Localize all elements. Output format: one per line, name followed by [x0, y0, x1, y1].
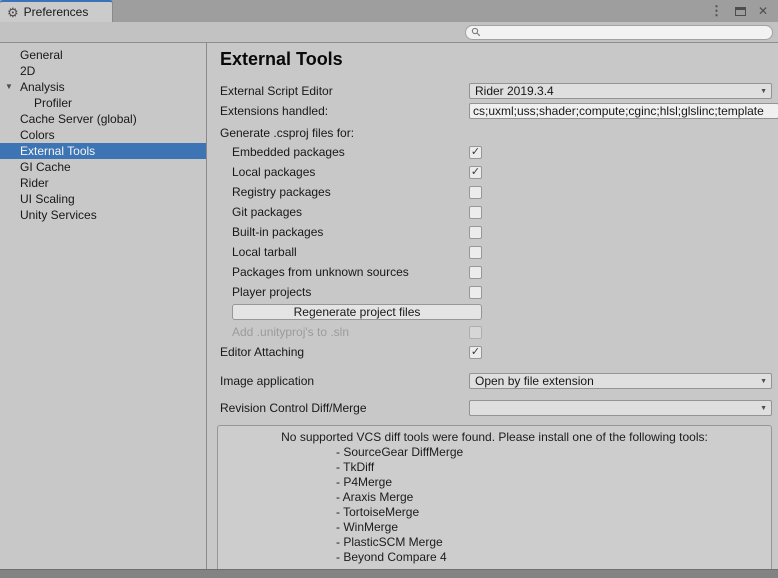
checkbox-label: Packages from unknown sources	[220, 265, 469, 279]
sidebar-item-general[interactable]: General	[0, 47, 206, 63]
main-panel: External Tools External Script Editor Ri…	[207, 43, 778, 569]
revision-control-label: Revision Control Diff/Merge	[220, 401, 469, 415]
vcs-tool-item: - TkDiff	[224, 460, 765, 475]
extensions-value: cs;uxml;uss;shader;compute;cginc;hlsl;gl…	[473, 104, 764, 118]
preferences-window: ⚙ Preferences ⋮ ✕ General 2D ▼ Analysis P…	[0, 0, 778, 578]
tab-preferences[interactable]: ⚙ Preferences	[0, 0, 113, 22]
sidebar: General 2D ▼ Analysis Profiler Cache Serv…	[0, 43, 207, 569]
sidebar-item-analysis[interactable]: ▼ Analysis	[0, 79, 206, 95]
add-unityproj-label: Add .unityproj's to .sln	[220, 325, 469, 339]
gear-icon: ⚙	[7, 6, 19, 19]
builtin-packages-checkbox[interactable]	[469, 226, 482, 239]
checkbox-label: Registry packages	[220, 185, 469, 199]
checkbox-label: Local packages	[220, 165, 469, 179]
row-player-projects: Player projects	[220, 282, 772, 302]
row-builtin-packages: Built-in packages	[220, 222, 772, 242]
vcs-notice-box: No supported VCS diff tools were found. …	[217, 425, 772, 569]
add-unityproj-checkbox	[469, 326, 482, 339]
vcs-notice-heading: No supported VCS diff tools were found. …	[224, 430, 765, 445]
regenerate-project-files-button[interactable]: Regenerate project files	[232, 304, 482, 320]
embedded-packages-checkbox[interactable]: ✓	[469, 146, 482, 159]
vcs-tool-item: - SourceGear DiffMerge	[224, 445, 765, 460]
sidebar-item-rider[interactable]: Rider	[0, 175, 206, 191]
row-local-packages: Local packages ✓	[220, 162, 772, 182]
window-buttons: ⋮ ✕	[710, 0, 778, 22]
row-editor-attaching: Editor Attaching ✓	[220, 342, 772, 362]
title-bar: ⚙ Preferences ⋮ ✕	[0, 0, 778, 22]
search-box[interactable]	[465, 25, 773, 40]
script-editor-value: Rider 2019.3.4	[475, 84, 554, 98]
row-unknown-sources: Packages from unknown sources	[220, 262, 772, 282]
script-editor-dropdown[interactable]: Rider 2019.3.4 ▼	[469, 83, 772, 99]
checkmark: ✓	[471, 167, 480, 178]
vcs-tool-item: - Beyond Compare 4	[224, 550, 765, 565]
toolbar	[0, 22, 778, 43]
row-add-unityproj: Add .unityproj's to .sln	[220, 322, 772, 342]
row-git-packages: Git packages	[220, 202, 772, 222]
close-icon[interactable]: ✕	[758, 4, 768, 18]
chevron-down-icon: ▼	[760, 378, 767, 385]
maximize-icon[interactable]	[735, 7, 746, 16]
vcs-tool-item: - PlasticSCM Merge	[224, 535, 765, 550]
checkbox-label: Built-in packages	[220, 225, 469, 239]
extensions-input[interactable]: cs;uxml;uss;shader;compute;cginc;hlsl;gl…	[469, 103, 778, 119]
sidebar-item-cache-server[interactable]: Cache Server (global)	[0, 111, 206, 127]
local-tarball-checkbox[interactable]	[469, 246, 482, 259]
foldout-arrow-icon[interactable]: ▼	[5, 79, 13, 95]
checkbox-label: Player projects	[220, 285, 469, 299]
image-application-label: Image application	[220, 374, 469, 388]
window-menu-icon[interactable]: ⋮	[710, 3, 723, 19]
sidebar-item-ui-scaling[interactable]: UI Scaling	[0, 191, 206, 207]
row-local-tarball: Local tarball	[220, 242, 772, 262]
checkbox-label: Git packages	[220, 205, 469, 219]
editor-attaching-checkbox[interactable]: ✓	[469, 346, 482, 359]
vcs-tool-item: - P4Merge	[224, 475, 765, 490]
sidebar-item-2d[interactable]: 2D	[0, 63, 206, 79]
image-application-dropdown[interactable]: Open by file extension ▼	[469, 373, 772, 389]
window-footer	[0, 569, 778, 578]
row-embedded-packages: Embedded packages ✓	[220, 142, 772, 162]
sidebar-item-gi-cache[interactable]: GI Cache	[0, 159, 206, 175]
editor-attaching-label: Editor Attaching	[220, 345, 469, 359]
generate-csproj-label: Generate .csproj files for:	[220, 124, 772, 142]
tab-title: Preferences	[24, 5, 89, 19]
sidebar-item-colors[interactable]: Colors	[0, 127, 206, 143]
vcs-tool-item: - Araxis Merge	[224, 490, 765, 505]
sidebar-item-unity-services[interactable]: Unity Services	[0, 207, 206, 223]
vcs-tool-item: - TortoiseMerge	[224, 505, 765, 520]
sidebar-item-profiler[interactable]: Profiler	[0, 95, 206, 111]
checkbox-label: Embedded packages	[220, 145, 469, 159]
extensions-label: Extensions handled:	[220, 104, 469, 118]
checkbox-label: Local tarball	[220, 245, 469, 259]
player-projects-checkbox[interactable]	[469, 286, 482, 299]
unknown-sources-checkbox[interactable]	[469, 266, 482, 279]
chevron-down-icon: ▼	[760, 405, 767, 412]
chevron-down-icon: ▼	[760, 88, 767, 95]
page-title: External Tools	[220, 49, 772, 70]
registry-packages-checkbox[interactable]	[469, 186, 482, 199]
local-packages-checkbox[interactable]: ✓	[469, 166, 482, 179]
git-packages-checkbox[interactable]	[469, 206, 482, 219]
script-editor-label: External Script Editor	[220, 84, 469, 98]
vcs-tool-item: - WinMerge	[224, 520, 765, 535]
search-icon	[471, 27, 481, 37]
sidebar-item-label: Analysis	[20, 80, 65, 94]
sidebar-item-external-tools[interactable]: External Tools	[0, 143, 206, 159]
checkmark: ✓	[471, 147, 480, 158]
row-registry-packages: Registry packages	[220, 182, 772, 202]
search-input[interactable]	[485, 26, 767, 38]
checkmark: ✓	[471, 347, 480, 358]
image-application-value: Open by file extension	[475, 374, 594, 388]
revision-control-dropdown[interactable]: ▼	[469, 400, 772, 416]
